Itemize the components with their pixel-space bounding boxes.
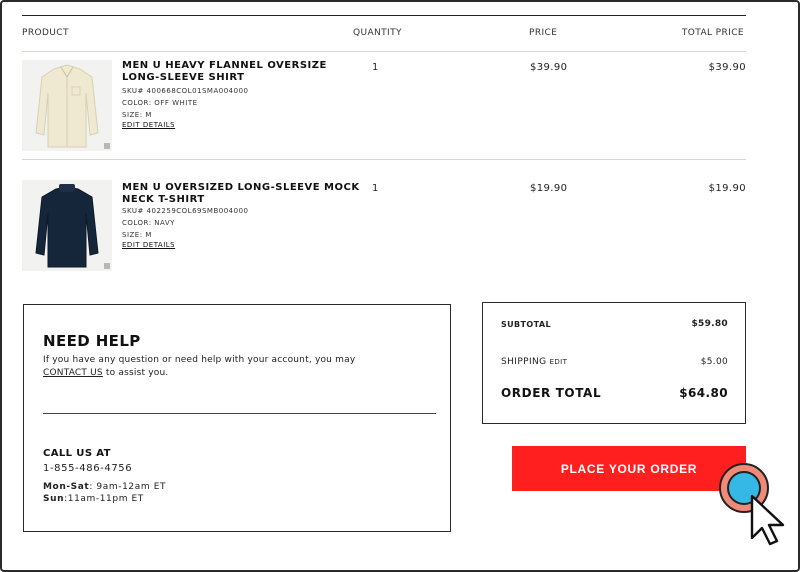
hours-days: Sun	[43, 494, 65, 504]
cart-page: PRODUCT QUANTITY PRICE TOTAL PRICE MEN U…	[0, 0, 800, 572]
shirt-image	[35, 63, 99, 147]
header-quantity: QUANTITY	[353, 28, 402, 38]
item-quantity: 1	[372, 62, 379, 73]
edit-details-link[interactable]: EDIT DETAILS	[122, 241, 175, 249]
product-image[interactable]	[22, 180, 112, 271]
product-sku: SKU# 402259COL69SMB004000	[122, 207, 249, 215]
product-size: SIZE: M	[122, 111, 152, 119]
header-product: PRODUCT	[22, 28, 69, 38]
hours-days: Mon-Sat	[43, 482, 90, 492]
shipping-edit-link[interactable]: EDIT	[550, 358, 568, 366]
help-text-rest: to assist you.	[102, 368, 169, 378]
hours-weekday: Mon-Sat: 9am-12am ET	[43, 482, 166, 492]
hours-sunday: Sun:11am-11pm ET	[43, 494, 144, 504]
arrow-cursor-icon	[750, 494, 785, 546]
subtotal-value: $59.80	[691, 319, 728, 329]
product-name[interactable]: MEN U HEAVY FLANNEL OVERSIZE LONG-SLEEVE…	[122, 60, 362, 84]
help-title: NEED HELP	[43, 332, 141, 350]
shipping-label: SHIPPING	[501, 357, 547, 367]
help-divider	[43, 413, 436, 414]
tshirt-image	[35, 183, 99, 267]
header-divider	[22, 51, 746, 52]
product-sku: SKU# 400668COL01SMA004000	[122, 87, 249, 95]
order-total-value: $64.80	[679, 386, 728, 400]
table-row: MEN U HEAVY FLANNEL OVERSIZE LONG-SLEEVE…	[22, 60, 746, 152]
phone-number[interactable]: 1-855-486-4756	[43, 463, 132, 474]
item-quantity: 1	[372, 183, 379, 194]
order-total-label: ORDER TOTAL	[501, 386, 602, 400]
table-row: MEN U OVERSIZED LONG-SLEEVE MOCK NECK T-…	[22, 180, 746, 272]
edit-details-link[interactable]: EDIT DETAILS	[122, 121, 175, 129]
help-text: If you have any question or need help wi…	[43, 354, 355, 380]
help-text-line: If you have any question or need help wi…	[43, 355, 356, 365]
need-help-panel: NEED HELP If you have any question or ne…	[23, 304, 451, 532]
item-total-price: $19.90	[708, 183, 746, 194]
product-color: COLOR: OFF WHITE	[122, 99, 198, 107]
header-total-price: TOTAL PRICE	[681, 28, 744, 38]
image-badge-icon	[104, 263, 110, 269]
shipping-row: SHIPPING EDIT	[501, 357, 567, 367]
hours-time: :11am-11pm ET	[64, 494, 144, 504]
hours-time: : 9am-12am ET	[89, 482, 167, 492]
image-badge-icon	[104, 143, 110, 149]
product-color: COLOR: NAVY	[122, 219, 175, 227]
row-divider	[22, 159, 746, 160]
product-image[interactable]	[22, 60, 112, 151]
item-total-price: $39.90	[708, 62, 746, 73]
place-order-button[interactable]: PLACE YOUR ORDER	[512, 446, 746, 491]
call-us-title: CALL US AT	[43, 448, 111, 459]
order-summary: SUBTOTAL $59.80 SHIPPING EDIT $5.00 ORDER…	[482, 302, 746, 424]
top-divider	[22, 15, 746, 16]
product-size: SIZE: M	[122, 231, 152, 239]
subtotal-label: SUBTOTAL	[501, 320, 551, 329]
item-price: $19.90	[530, 183, 568, 194]
product-name[interactable]: MEN U OVERSIZED LONG-SLEEVE MOCK NECK T-…	[122, 182, 362, 206]
item-price: $39.90	[530, 62, 568, 73]
shipping-value: $5.00	[700, 357, 728, 367]
header-price: PRICE	[529, 28, 558, 38]
contact-us-link[interactable]: CONTACT US	[43, 368, 103, 378]
